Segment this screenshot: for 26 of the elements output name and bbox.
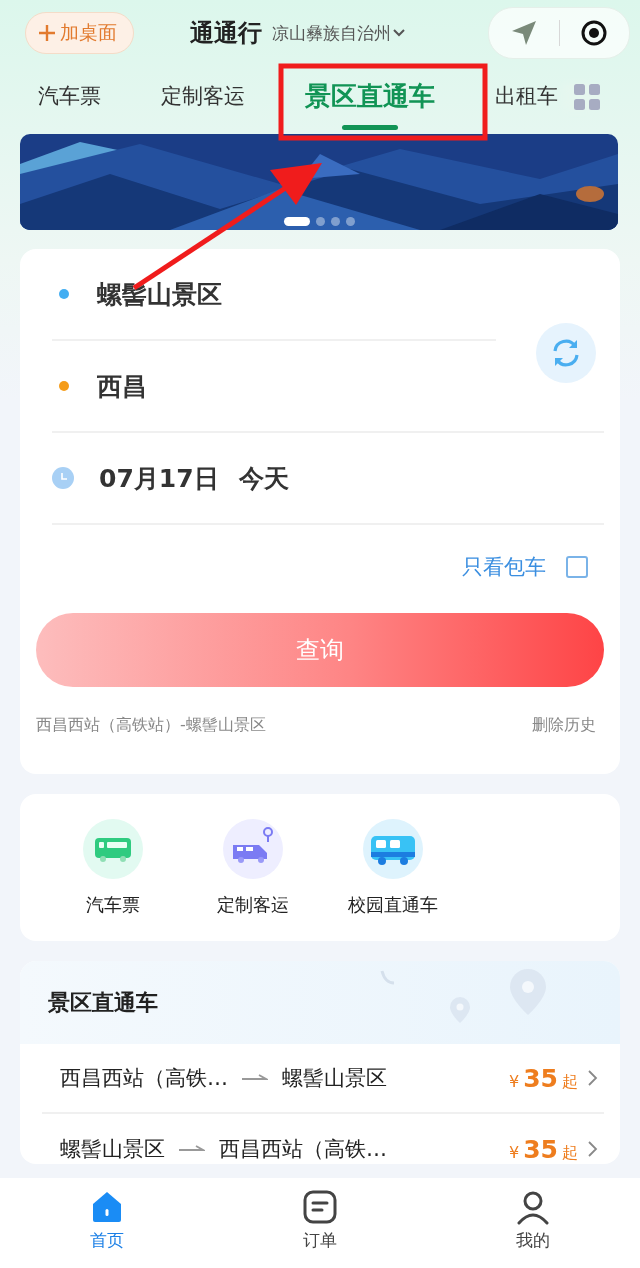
service-shortcut[interactable]: 汽车票 — [68, 818, 158, 917]
day-label: 今天 — [238, 462, 289, 495]
route-destination: 西昌西站（高铁… — [219, 1136, 387, 1163]
nav-tab[interactable]: 我的 — [426, 1178, 640, 1268]
charter-only-label: 只看包车 — [462, 554, 546, 581]
nav-tab[interactable]: 订单 — [213, 1178, 427, 1268]
service-shortcut[interactable]: 校园直通车 — [348, 818, 438, 917]
price: ¥ 35 起 — [509, 1134, 578, 1164]
region-selector[interactable]: 凉山彝族自治州 — [272, 21, 405, 45]
route-row[interactable]: 西昌西站（高铁… 螺髻山景区 ¥ 35 起 — [42, 1044, 604, 1114]
tab[interactable]: 汽车票 — [38, 66, 101, 126]
tab[interactable]: 出租车 — [495, 66, 558, 126]
route-origin: 螺髻山景区 — [60, 1136, 165, 1163]
section-title: 景区直通车 — [48, 988, 158, 1017]
service-shortcut[interactable]: 定制客运 — [208, 818, 298, 917]
date-field[interactable]: 07月17日 — [99, 461, 219, 495]
app-title: 通通行 — [190, 18, 262, 49]
route-destination: 螺髻山景区 — [282, 1065, 387, 1092]
nav-tab[interactable]: 首页 — [0, 1178, 214, 1268]
destination-field[interactable]: 西昌 — [97, 369, 147, 403]
route-row[interactable]: 螺髻山景区 西昌西站（高铁… ¥ 35 起 — [42, 1114, 604, 1164]
history-item[interactable]: 西昌西站（高铁站）-螺髻山景区 — [36, 715, 266, 736]
price: ¥ 35 起 — [509, 1063, 578, 1093]
route-origin: 西昌西站（高铁… — [60, 1065, 228, 1092]
clear-history-link[interactable]: 删除历史 — [532, 715, 596, 736]
tab[interactable]: 定制客运 — [161, 66, 245, 126]
